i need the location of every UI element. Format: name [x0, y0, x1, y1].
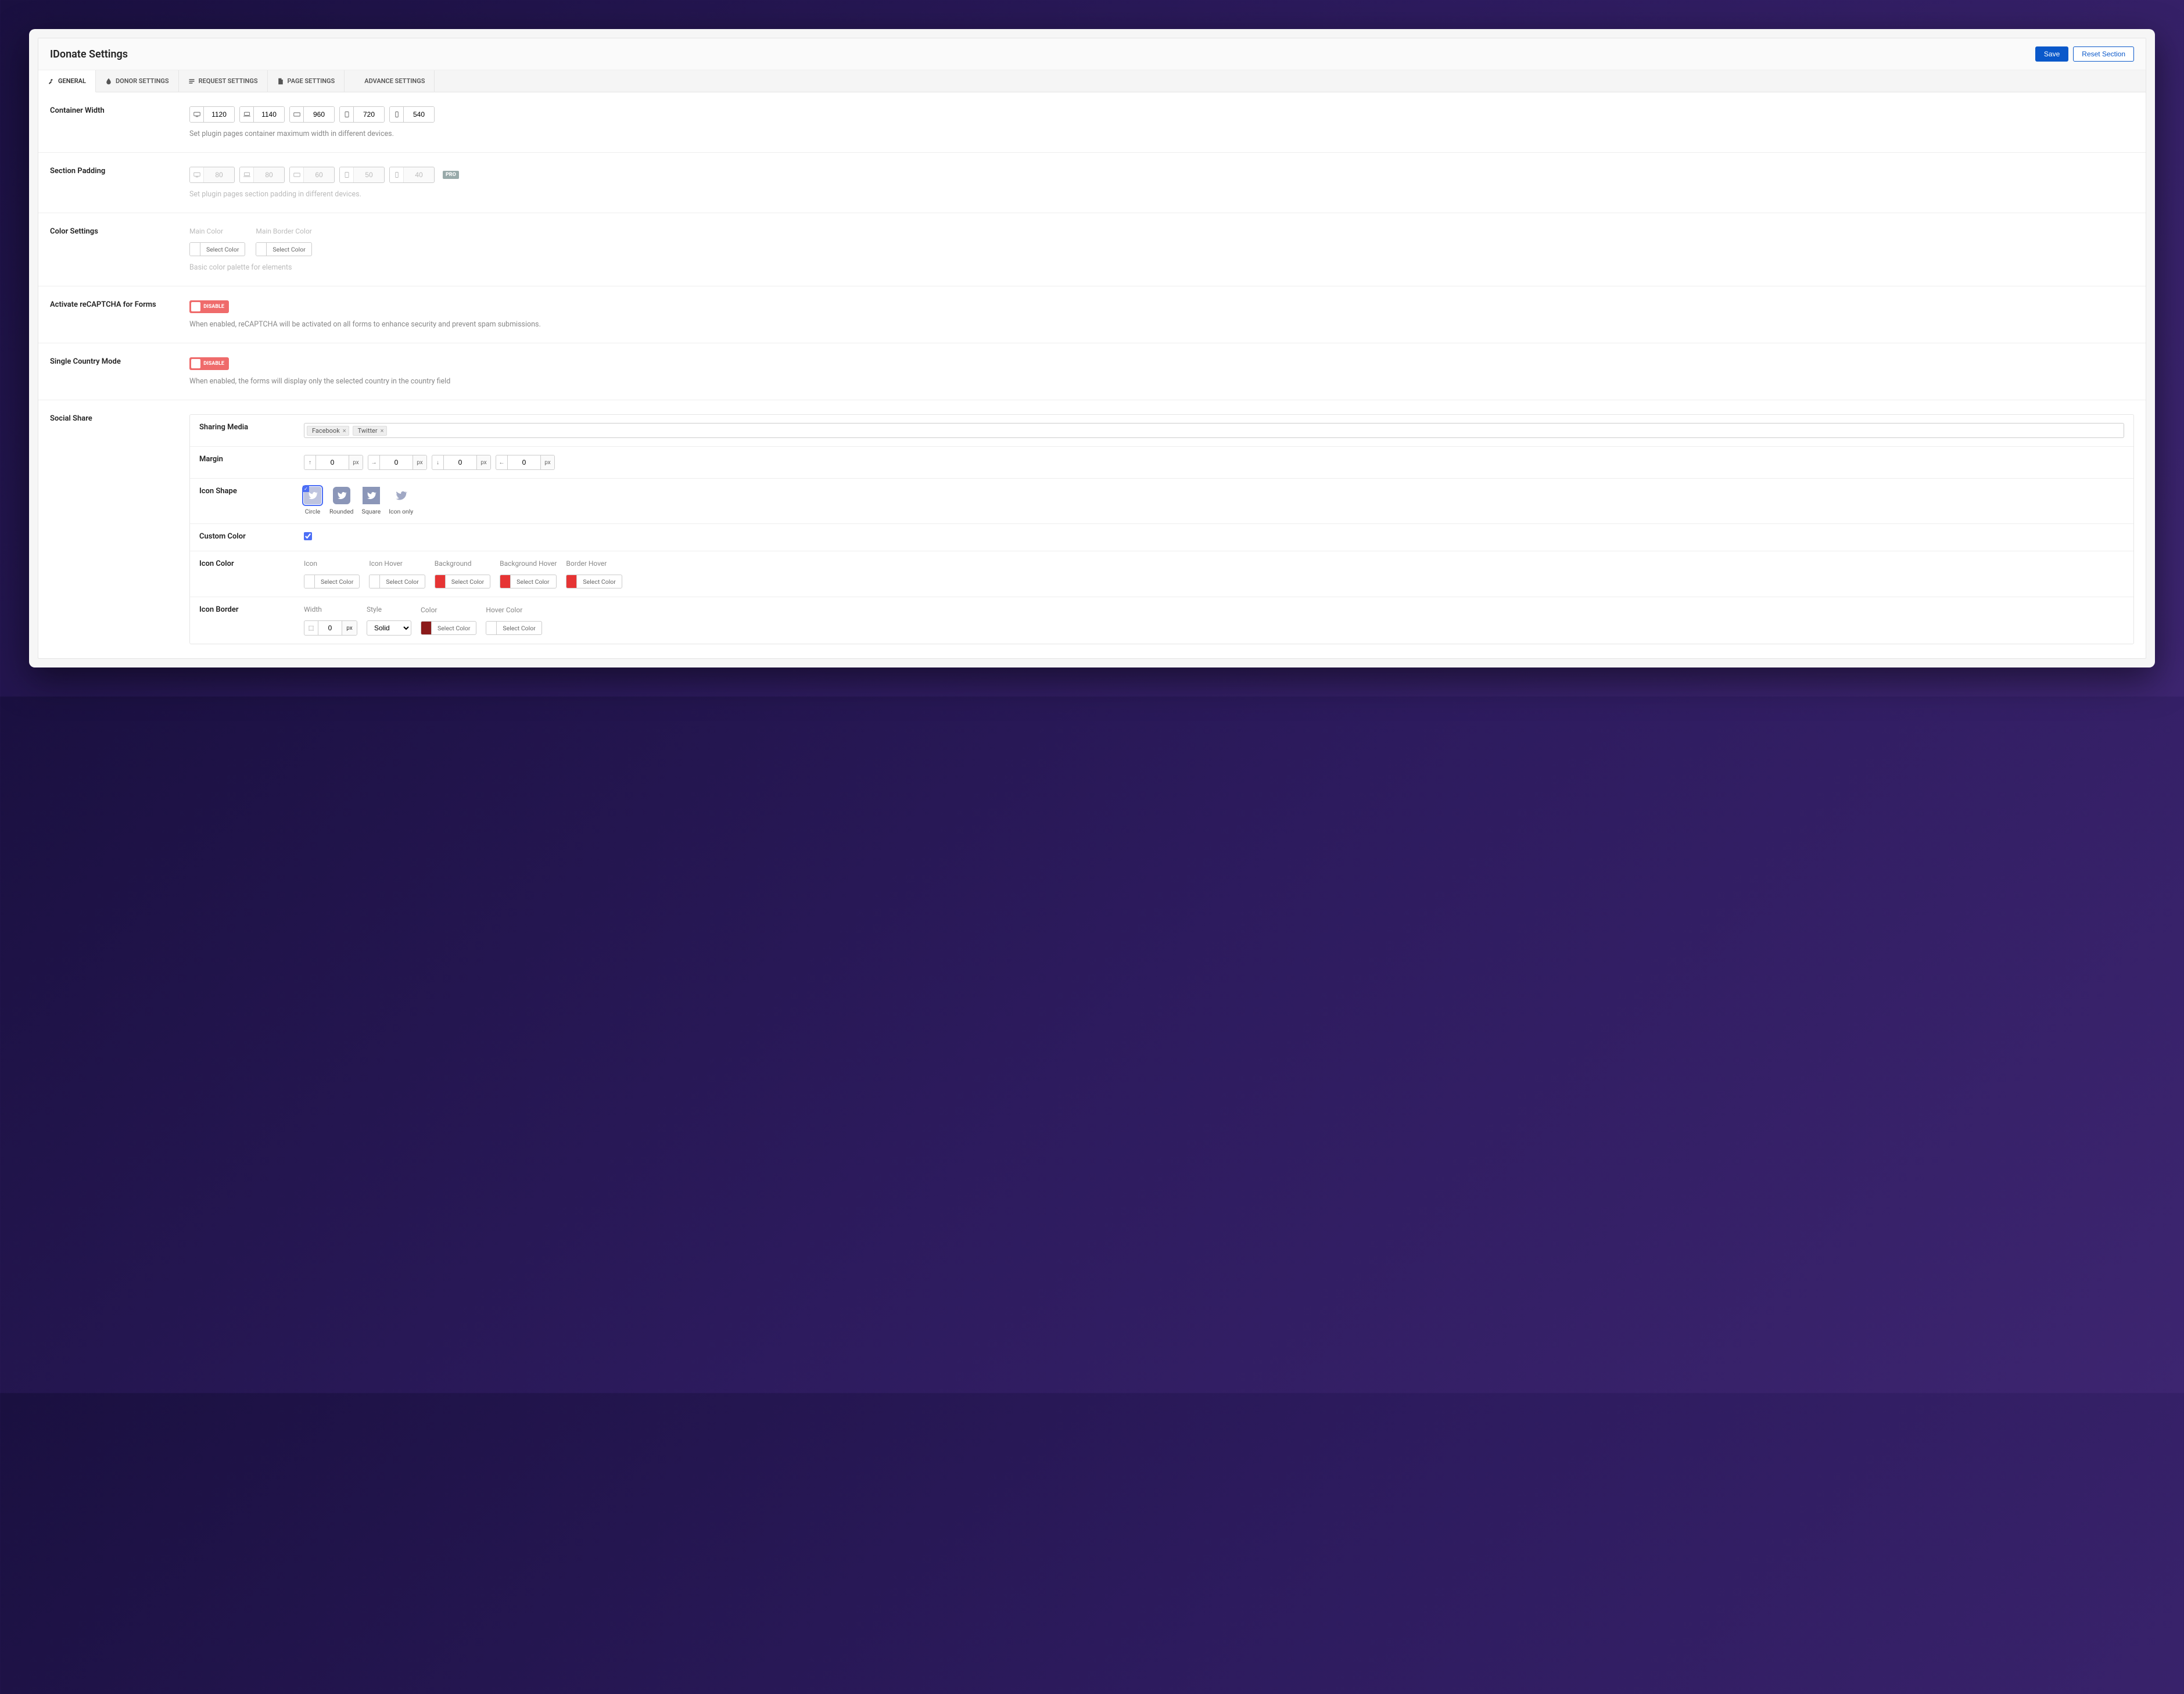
page-title: IDonate Settings — [50, 48, 128, 60]
twitter-icon — [304, 487, 321, 504]
desktop-icon — [190, 167, 204, 182]
laptop-icon — [240, 107, 254, 122]
border-hover-color-picker[interactable]: Select Color — [566, 575, 622, 588]
tablet-landscape-icon — [290, 167, 304, 182]
tag-twitter: Twitter× — [353, 426, 387, 436]
desktop-icon — [190, 107, 204, 122]
background-color-picker[interactable]: Select Color — [435, 575, 490, 588]
social-share-label: Social Share — [50, 414, 189, 644]
section-padding-tablet-landscape — [289, 167, 335, 183]
arrow-right-icon: → — [368, 455, 380, 469]
container-width-desktop[interactable] — [189, 106, 235, 123]
single-country-label: Single Country Mode — [50, 357, 189, 386]
border-icon: ⬚ — [304, 621, 318, 635]
margin-left[interactable]: ← px — [496, 455, 555, 470]
icon-shape-square[interactable]: Square — [361, 487, 381, 515]
main-color-picker[interactable]: Select Color — [189, 242, 245, 256]
tablet-portrait-icon — [340, 167, 354, 182]
twitter-icon — [392, 487, 410, 504]
custom-color-label: Custom Color — [199, 532, 304, 541]
icon-shape-circle[interactable]: Circle — [304, 487, 321, 515]
toggle-knob — [191, 359, 200, 368]
margin-label: Margin — [199, 455, 304, 464]
recaptcha-toggle[interactable]: DISABLE — [189, 300, 229, 313]
icon-color-label: Icon Color — [199, 559, 304, 568]
recaptcha-label: Activate reCAPTCHA for Forms — [50, 300, 189, 329]
tag-facebook: Facebook× — [307, 426, 349, 436]
pro-badge: PRO — [443, 171, 459, 179]
arrow-left-icon: ← — [496, 455, 508, 469]
container-width-laptop-input[interactable] — [254, 107, 284, 122]
section-padding-label: Section Padding — [50, 167, 189, 199]
list-icon — [188, 78, 195, 85]
laptop-icon — [240, 167, 254, 182]
section-padding-laptop — [239, 167, 285, 183]
margin-top[interactable]: ↑ px — [304, 455, 363, 470]
tab-page[interactable]: PAGE SETTINGS — [268, 70, 345, 92]
single-country-desc: When enabled, the forms will display onl… — [189, 377, 2134, 386]
main-color-label: Main Color — [189, 227, 245, 235]
mobile-icon — [390, 107, 404, 122]
background-hover-color-picker[interactable]: Select Color — [500, 575, 557, 588]
container-width-mobile[interactable] — [389, 106, 435, 123]
color-swatch — [256, 243, 267, 256]
section-padding-mobile — [389, 167, 435, 183]
section-padding-tablet-portrait — [339, 167, 385, 183]
tag-remove-icon[interactable]: × — [343, 427, 346, 435]
icon-shape-label: Icon Shape — [199, 487, 304, 496]
icon-hover-color-picker[interactable]: Select Color — [369, 575, 425, 588]
border-hover-color-picker-2[interactable]: Select Color — [486, 621, 541, 635]
save-button[interactable]: Save — [2035, 46, 2068, 62]
tools-icon — [48, 78, 55, 85]
main-border-color-picker[interactable]: Select Color — [256, 242, 311, 256]
drop-icon — [105, 78, 112, 85]
page-icon — [277, 78, 284, 85]
reset-section-button[interactable]: Reset Section — [2073, 46, 2134, 62]
twitter-icon — [363, 487, 380, 504]
margin-right[interactable]: → px — [368, 455, 427, 470]
container-width-laptop[interactable] — [239, 106, 285, 123]
tab-general[interactable]: GENERAL — [38, 70, 96, 92]
section-padding-desc: Set plugin pages section padding in diff… — [189, 190, 2134, 199]
tablet-landscape-icon — [290, 107, 304, 122]
arrow-up-icon: ↑ — [304, 455, 316, 469]
tag-remove-icon[interactable]: × — [381, 427, 384, 435]
container-width-tablet-portrait-input[interactable] — [354, 107, 384, 122]
toggle-knob — [191, 302, 200, 311]
container-width-tablet-landscape[interactable] — [289, 106, 335, 123]
container-width-label: Container Width — [50, 106, 189, 138]
border-style-select[interactable]: Solid — [367, 620, 411, 636]
border-color-picker[interactable]: Select Color — [421, 621, 476, 635]
color-swatch — [190, 243, 200, 256]
border-width-input[interactable]: ⬚ px — [304, 620, 357, 636]
sharing-media-tags[interactable]: Facebook× Twitter× — [304, 423, 2124, 438]
tablet-portrait-icon — [340, 107, 354, 122]
arrow-down-icon: ↓ — [432, 455, 444, 469]
container-width-tablet-portrait[interactable] — [339, 106, 385, 123]
color-settings-desc: Basic color palette for elements — [189, 263, 2134, 272]
custom-color-checkbox[interactable] — [304, 532, 312, 540]
tab-donor[interactable]: DONOR SETTINGS — [96, 70, 179, 92]
color-settings-label: Color Settings — [50, 227, 189, 272]
tab-request[interactable]: REQUEST SETTINGS — [179, 70, 268, 92]
single-country-toggle[interactable]: DISABLE — [189, 357, 229, 370]
icon-border-label: Icon Border — [199, 605, 304, 614]
icon-shape-rounded[interactable]: Rounded — [329, 487, 353, 515]
tabs-bar: GENERAL DONOR SETTINGS REQUEST SETTINGS … — [38, 70, 2146, 92]
container-width-desc: Set plugin pages container maximum width… — [189, 130, 2134, 138]
mobile-icon — [390, 167, 404, 182]
icon-shape-icon-only[interactable]: Icon only — [389, 487, 413, 515]
tab-advance[interactable]: ADVANCE SETTINGS — [345, 70, 435, 92]
recaptcha-desc: When enabled, reCAPTCHA will be activate… — [189, 320, 2134, 329]
margin-bottom[interactable]: ↓ px — [432, 455, 491, 470]
container-width-tablet-landscape-input[interactable] — [304, 107, 334, 122]
section-padding-desktop — [189, 167, 235, 183]
icon-color-picker[interactable]: Select Color — [304, 575, 360, 588]
sliders-icon — [354, 78, 361, 85]
container-width-mobile-input[interactable] — [404, 107, 434, 122]
twitter-icon — [333, 487, 350, 504]
sharing-media-label: Sharing Media — [199, 423, 304, 432]
main-border-color-label: Main Border Color — [256, 227, 311, 235]
container-width-desktop-input[interactable] — [204, 107, 234, 122]
